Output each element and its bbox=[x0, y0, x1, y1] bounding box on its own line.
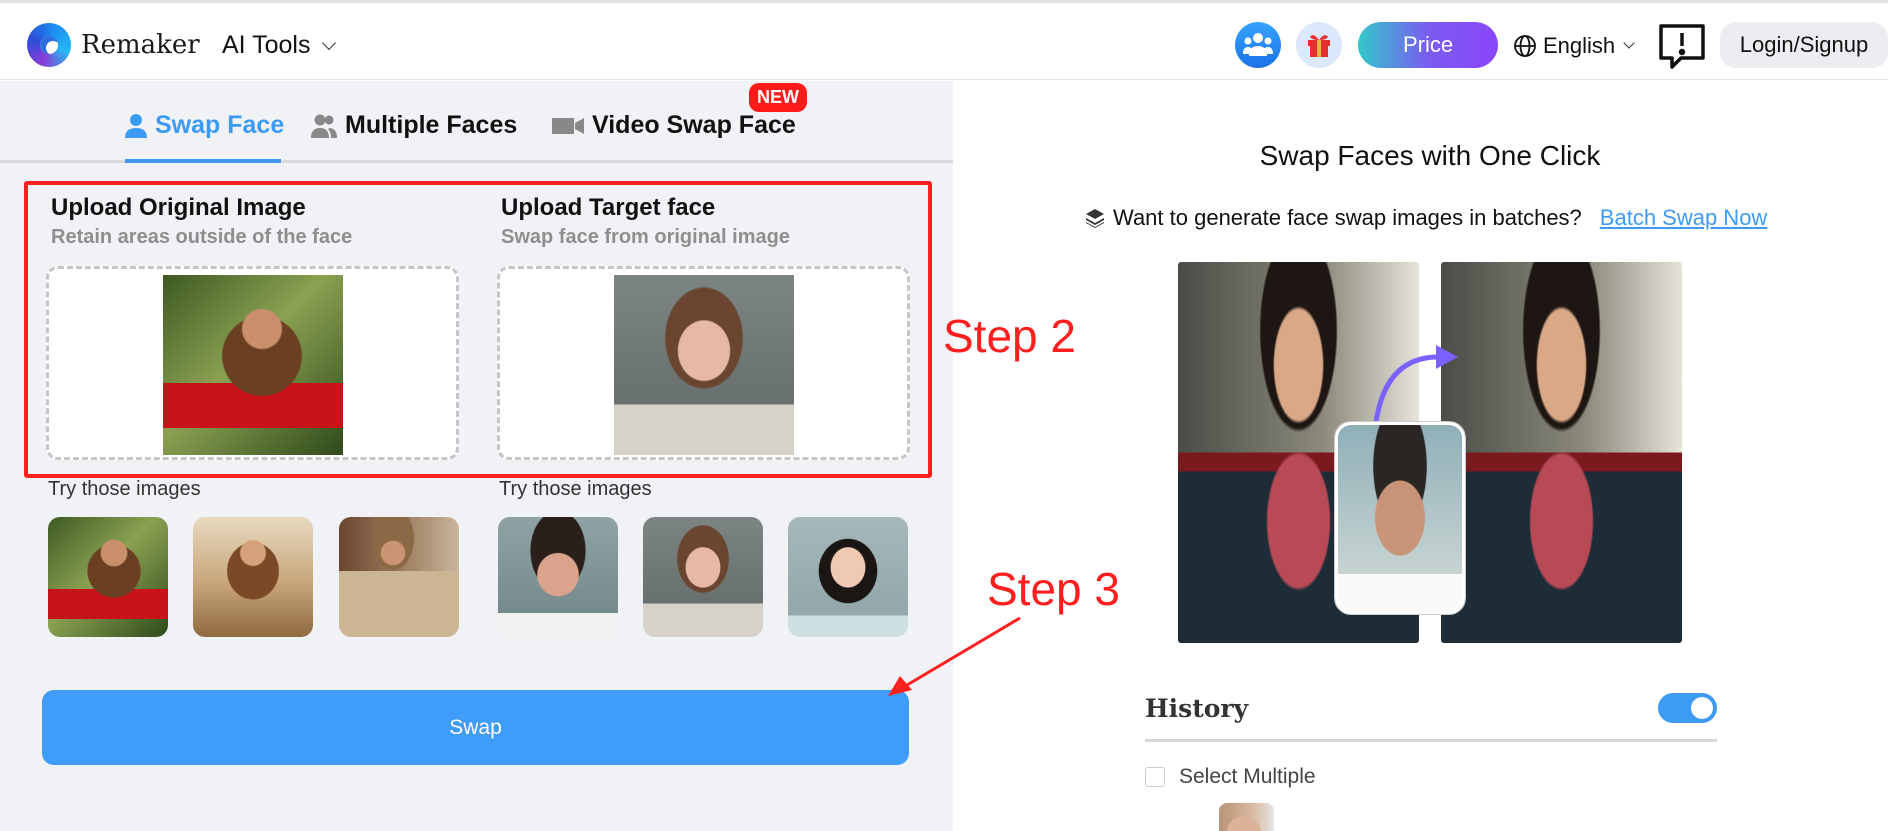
login-signup-button[interactable]: Login/Signup bbox=[1720, 22, 1888, 68]
gift-button[interactable] bbox=[1296, 22, 1342, 68]
upload-target-title: Upload Target face bbox=[501, 194, 716, 221]
video-camera-icon bbox=[552, 117, 584, 134]
history-title: History bbox=[1145, 694, 1249, 723]
target-face-preview bbox=[613, 275, 794, 455]
demo-swapped-photo bbox=[1441, 262, 1682, 643]
users-icon bbox=[311, 114, 337, 138]
layers-icon bbox=[1086, 209, 1104, 228]
upload-original-title: Upload Original Image bbox=[51, 194, 306, 221]
demo-source-face bbox=[1335, 422, 1465, 614]
original-image-dropzone[interactable] bbox=[46, 266, 459, 460]
swap-button[interactable]: Swap bbox=[42, 690, 909, 765]
curved-arrow-icon bbox=[1373, 345, 1458, 423]
upload-target-header: Upload Target face Swap face from origin… bbox=[501, 194, 790, 249]
community-button[interactable] bbox=[1235, 22, 1281, 68]
tab-label: Video Swap Face bbox=[592, 111, 796, 139]
globe-icon bbox=[1514, 35, 1536, 57]
batch-prompt-row: Want to generate face swap images in bat… bbox=[1085, 205, 1767, 231]
active-tab-indicator bbox=[125, 159, 281, 163]
tab-label: Multiple Faces bbox=[345, 111, 518, 139]
history-item-thumbnail[interactable] bbox=[1219, 803, 1274, 831]
original-image-preview bbox=[162, 275, 343, 455]
try-images-label-original: Try those images bbox=[48, 478, 201, 500]
tab-swap-face[interactable]: Swap Face bbox=[125, 111, 284, 140]
price-button[interactable]: Price bbox=[1358, 22, 1498, 68]
select-multiple-label: Select Multiple bbox=[1179, 765, 1316, 788]
step3-annotation: Step 3 bbox=[987, 563, 1120, 615]
upload-original-subtitle: Retain areas outside of the face bbox=[51, 226, 353, 248]
step3-arrow-icon bbox=[888, 616, 1021, 696]
sample-target-woman-sweater[interactable] bbox=[643, 517, 763, 637]
language-selector[interactable]: English bbox=[1513, 31, 1635, 61]
try-images-label-target: Try those images bbox=[499, 478, 652, 500]
history-divider bbox=[1145, 739, 1717, 742]
upload-original-header: Upload Original Image Retain areas outsi… bbox=[51, 194, 352, 249]
ai-tools-label: AI Tools bbox=[222, 31, 311, 59]
sample-original-woman-beach[interactable] bbox=[193, 517, 313, 637]
swap-panel: Swap Face Multiple Faces Video Swap Face… bbox=[0, 81, 953, 831]
top-navbar: Remaker AI Tools Price English Login/Sig… bbox=[0, 0, 1888, 80]
chevron-down-icon bbox=[322, 35, 337, 50]
tab-bar: Swap Face Multiple Faces Video Swap Face… bbox=[0, 81, 953, 163]
tab-label: Swap Face bbox=[155, 111, 285, 139]
chevron-down-icon bbox=[1623, 37, 1635, 49]
brand-name[interactable]: Remaker bbox=[81, 30, 200, 60]
checkbox-icon bbox=[1145, 767, 1165, 787]
remaker-logo-icon[interactable] bbox=[27, 23, 71, 67]
history-toggle[interactable] bbox=[1658, 693, 1717, 723]
gift-icon bbox=[1308, 35, 1330, 57]
face-swap-demo-image bbox=[1178, 262, 1684, 644]
feedback-icon bbox=[1659, 24, 1705, 69]
user-icon bbox=[125, 113, 147, 138]
sample-original-cowboy[interactable] bbox=[339, 517, 459, 637]
tab-video-swap-face[interactable]: Video Swap Face bbox=[552, 111, 796, 140]
right-title: Swap Faces with One Click bbox=[1259, 140, 1601, 171]
tab-multiple-faces[interactable]: Multiple Faces bbox=[311, 111, 517, 140]
language-label: English bbox=[1543, 33, 1616, 58]
batch-swap-link[interactable]: Batch Swap Now bbox=[1600, 205, 1768, 231]
community-icon bbox=[1243, 33, 1273, 56]
feedback-button[interactable] bbox=[1658, 22, 1706, 70]
batch-prompt-text: Want to generate face swap images in bat… bbox=[1113, 205, 1582, 230]
target-face-dropzone[interactable] bbox=[497, 266, 910, 460]
step2-annotation: Step 2 bbox=[943, 310, 1076, 362]
new-badge: NEW bbox=[749, 83, 807, 112]
ai-tools-menu[interactable]: AI Tools bbox=[222, 31, 337, 60]
select-multiple-checkbox[interactable]: Select Multiple bbox=[1145, 765, 1316, 789]
sample-original-woman-jungle[interactable] bbox=[48, 517, 168, 637]
sample-target-man-curly[interactable] bbox=[498, 517, 618, 637]
upload-target-subtitle: Swap face from original image bbox=[501, 226, 790, 248]
